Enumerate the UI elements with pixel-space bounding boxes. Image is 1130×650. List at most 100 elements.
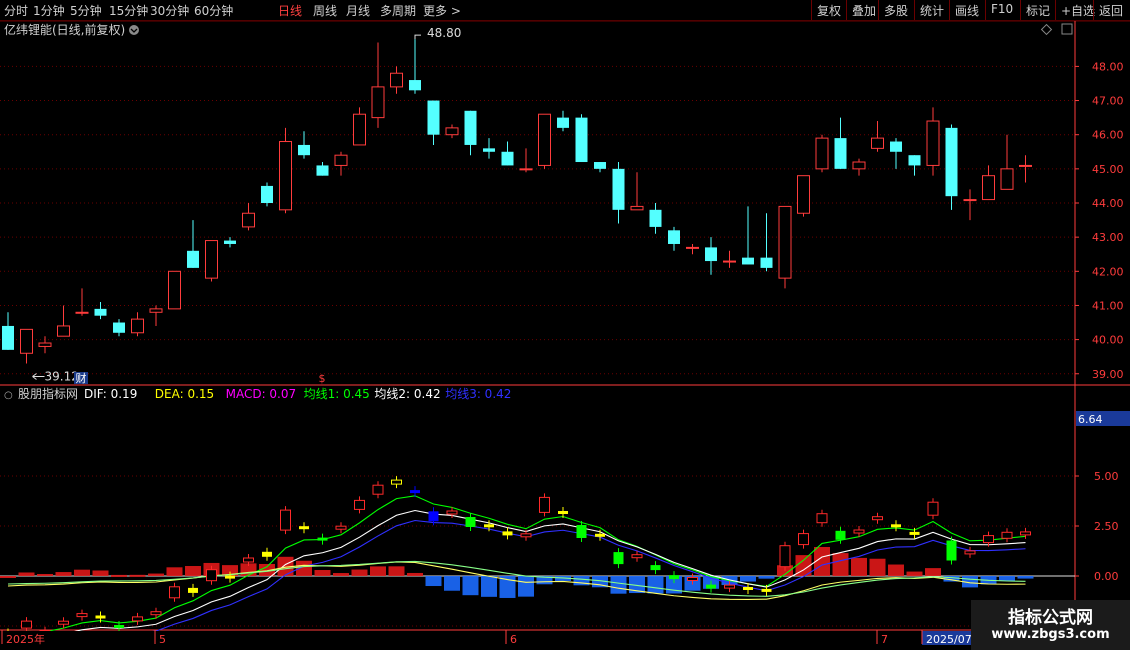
price-tick-3: 45.00 bbox=[1092, 163, 1124, 176]
candle-body bbox=[742, 257, 754, 265]
signal-body bbox=[798, 533, 809, 546]
price-tick-0: 48.00 bbox=[1092, 60, 1124, 73]
candle-body bbox=[334, 154, 348, 166]
signal-body bbox=[687, 577, 698, 581]
macd-bar bbox=[758, 576, 775, 579]
date-label-3: 7 bbox=[881, 633, 888, 646]
signal-body bbox=[927, 501, 939, 516]
macd-bar bbox=[370, 566, 386, 576]
macd-bar bbox=[0, 576, 16, 578]
signal-body bbox=[169, 586, 180, 599]
candle-body bbox=[1019, 164, 1032, 167]
candle-body bbox=[834, 138, 847, 169]
candle-body bbox=[279, 141, 292, 211]
candle-body bbox=[149, 308, 163, 313]
signal-body bbox=[95, 615, 106, 619]
ind-value-badge-label: 6.64 bbox=[1078, 413, 1103, 426]
macd-bar bbox=[1017, 576, 1034, 579]
macd-bar bbox=[518, 576, 534, 597]
signal-body bbox=[280, 509, 291, 531]
signal-body bbox=[502, 531, 513, 536]
candle-body bbox=[723, 260, 736, 263]
signal-body bbox=[76, 613, 88, 618]
candle-body bbox=[778, 205, 792, 279]
low-price-label: 39.12 bbox=[45, 370, 79, 384]
candle-body bbox=[1000, 168, 1014, 190]
signal-body bbox=[262, 551, 272, 557]
macd-bar bbox=[444, 576, 460, 591]
candle-body bbox=[38, 342, 52, 347]
event-marker: $ bbox=[319, 372, 326, 385]
macd-bar bbox=[832, 553, 849, 576]
ind-tick-1: 2.50 bbox=[1094, 520, 1119, 533]
signal-body bbox=[446, 510, 458, 515]
candle-body bbox=[261, 185, 273, 203]
candle-body bbox=[409, 80, 421, 91]
candle-body bbox=[187, 250, 199, 268]
candle-body bbox=[501, 151, 514, 166]
signal-body bbox=[354, 499, 365, 510]
signal-body bbox=[539, 496, 550, 513]
low-marker bbox=[32, 373, 45, 380]
candle-body bbox=[649, 209, 662, 227]
finance-badge-label: 财 bbox=[76, 371, 87, 385]
indicator-field-4: 均线2: 0.42 bbox=[374, 387, 440, 401]
signal-body bbox=[132, 616, 143, 622]
macd-bar bbox=[314, 570, 331, 576]
high-marker bbox=[414, 34, 421, 40]
signal-body bbox=[225, 575, 235, 579]
candle-body bbox=[815, 137, 829, 170]
signal-body bbox=[669, 575, 679, 580]
candle-body bbox=[963, 199, 977, 202]
price-tick-4: 44.00 bbox=[1092, 197, 1124, 210]
macd-bar bbox=[740, 576, 756, 582]
signal-body bbox=[335, 525, 347, 530]
macd-bar bbox=[333, 573, 349, 576]
macd-bar bbox=[425, 576, 442, 587]
candle-body bbox=[612, 168, 625, 210]
signal-body bbox=[909, 531, 920, 535]
signal-body bbox=[206, 569, 217, 582]
candle-body bbox=[94, 308, 107, 316]
stock-chart: 48.00 47.00 46.00 45.00 44.00 43.00 42.00 41.00… bbox=[0, 20, 1130, 650]
macd-bar bbox=[925, 568, 941, 576]
signal-body bbox=[706, 584, 716, 589]
macd-bar bbox=[185, 566, 201, 576]
macd-bar bbox=[481, 576, 497, 597]
price-tick-2: 46.00 bbox=[1092, 129, 1124, 142]
macd-bar bbox=[388, 566, 405, 576]
signal-body bbox=[21, 620, 32, 629]
candle-body bbox=[760, 257, 773, 268]
signal-body bbox=[520, 533, 532, 538]
signal-body bbox=[835, 530, 846, 540]
candle-body bbox=[557, 117, 569, 128]
signal-body bbox=[964, 550, 976, 555]
candle-body bbox=[538, 113, 551, 166]
signal-body bbox=[595, 533, 605, 537]
signal-body bbox=[410, 490, 420, 494]
candle-body bbox=[464, 110, 477, 145]
indicator-field-1: DEA: 0.15 bbox=[155, 387, 214, 401]
macd-bar bbox=[129, 574, 146, 577]
date-label-1: 5 bbox=[159, 633, 166, 646]
candle-body bbox=[594, 162, 606, 169]
date-label-4: 2025/07 bbox=[926, 633, 972, 646]
signal-body bbox=[428, 511, 439, 522]
candle-body bbox=[168, 270, 181, 310]
date-label-2: 6 bbox=[510, 633, 517, 646]
candle-body bbox=[945, 127, 958, 197]
indicator-field-3: 均线1: 0.45 bbox=[304, 387, 370, 401]
watermark: 指标公式网 www.zbgs3.com bbox=[971, 600, 1130, 650]
candle-body bbox=[445, 127, 459, 136]
candle-body bbox=[890, 141, 902, 152]
macd-bar bbox=[462, 576, 479, 596]
candle-body bbox=[871, 137, 884, 149]
price-tick-8: 40.00 bbox=[1092, 334, 1124, 347]
candle-body bbox=[298, 144, 310, 156]
price-tick-7: 41.00 bbox=[1092, 299, 1124, 312]
macd-bar bbox=[92, 570, 109, 576]
macd-bar bbox=[148, 573, 164, 576]
candle-body bbox=[75, 311, 89, 314]
ind-tick-2: 0.00 bbox=[1094, 570, 1119, 583]
signal-body bbox=[891, 524, 901, 528]
